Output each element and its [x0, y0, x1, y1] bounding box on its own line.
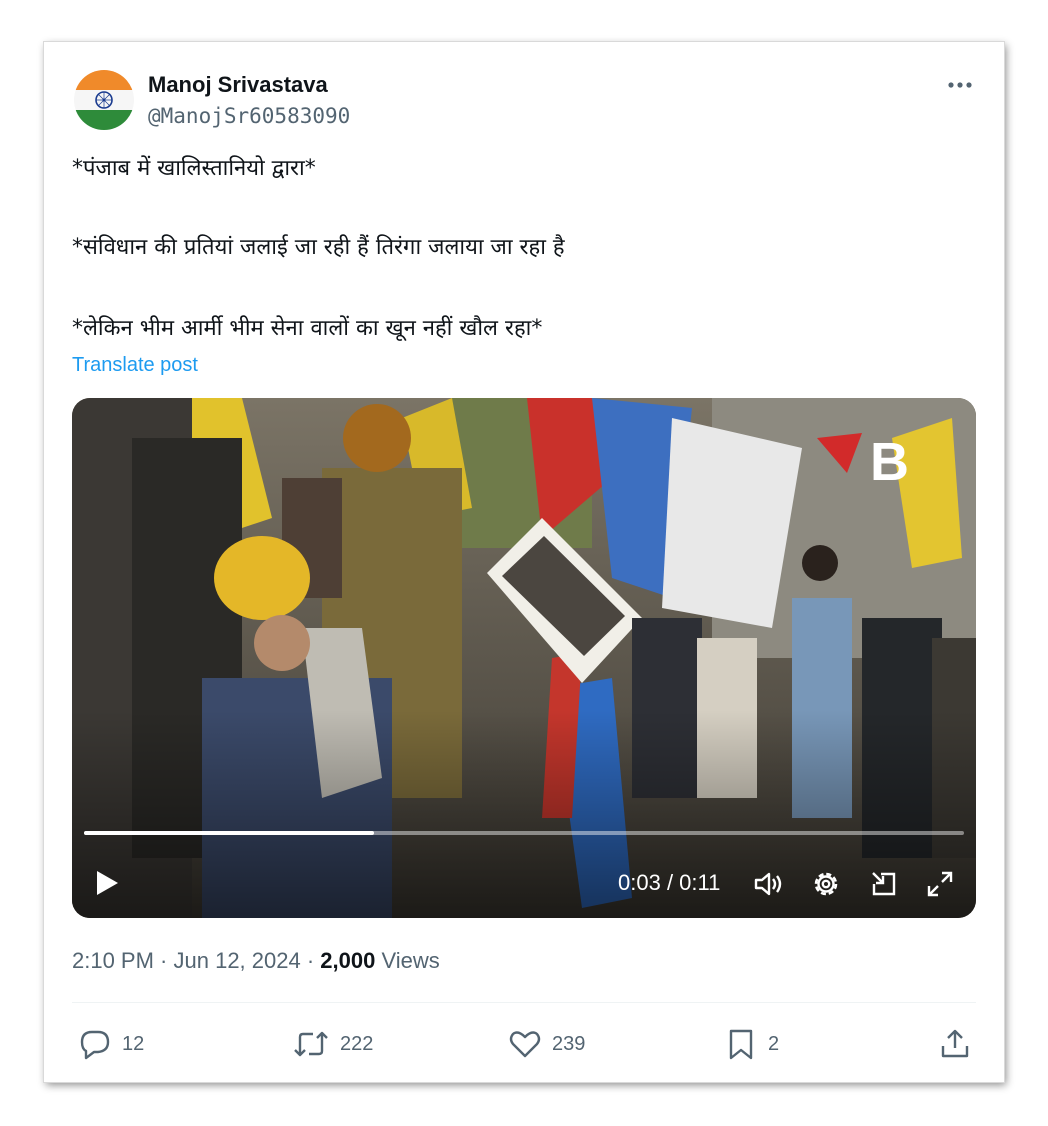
play-icon: [97, 871, 118, 895]
bookmark-icon: [729, 1029, 753, 1060]
reply-button[interactable]: 12: [78, 1026, 144, 1062]
volume-icon: [754, 872, 782, 896]
like-count: 239: [552, 1032, 586, 1055]
divider: [72, 1002, 976, 1003]
play-button[interactable]: [92, 868, 122, 903]
video-frame: B: [72, 398, 976, 918]
more-options-button[interactable]: [940, 70, 980, 100]
post-text-line: *लेकिन भीम आर्मी भीम सेना वालों का खून न…: [72, 316, 543, 341]
post-time[interactable]: 2:10 PM: [72, 948, 154, 973]
author-handle[interactable]: @ManojSr60583090: [148, 104, 350, 128]
gear-icon: [814, 872, 838, 896]
mute-button[interactable]: [752, 868, 784, 905]
video-current-time: 0:03: [618, 870, 661, 895]
dock-icon: [872, 872, 896, 896]
repost-button[interactable]: 222: [292, 1026, 373, 1062]
author-name[interactable]: Manoj Srivastava: [148, 72, 328, 98]
views-label: Views: [375, 948, 440, 973]
post-text-line: *संविधान की प्रतियां जलाई जा रही हैं तिर…: [72, 235, 565, 260]
reply-icon: [80, 1030, 110, 1060]
post-text: *पंजाब में खालिस्तानियो द्वारा* *संविधान…: [72, 156, 952, 342]
video-duration: 0:11: [679, 870, 721, 895]
meta-separator: ·: [153, 948, 174, 973]
dock-button[interactable]: [868, 868, 900, 905]
post-meta: 2:10 PM · Jun 12, 2024 · 2,000 Views: [72, 948, 440, 974]
meta-separator: ·: [300, 948, 321, 973]
reply-count: 12: [122, 1032, 145, 1055]
video-progress-fill: [84, 831, 375, 835]
repost-count: 222: [340, 1032, 374, 1055]
bookmark-button[interactable]: 2: [724, 1026, 779, 1062]
repost-icon: [294, 1031, 328, 1057]
share-button[interactable]: [938, 1026, 982, 1062]
share-icon: [941, 1029, 969, 1058]
video-progress-bar[interactable]: [84, 831, 964, 835]
video-time: 0:03 / 0:11: [618, 870, 720, 896]
bookmark-count: 2: [768, 1032, 780, 1055]
india-flag-avatar: [74, 70, 134, 130]
post-text-line: *पंजाब में खालिस्तानियो द्वारा*: [72, 156, 316, 181]
video-player[interactable]: B: [72, 398, 976, 918]
heart-icon: [509, 1031, 541, 1058]
views-count: 2,000: [320, 948, 376, 973]
like-button[interactable]: 239: [508, 1026, 585, 1062]
fullscreen-button[interactable]: [924, 868, 956, 905]
post-date[interactable]: Jun 12, 2024: [174, 948, 301, 973]
settings-button[interactable]: [810, 868, 842, 905]
post-card: Manoj Srivastava @ManojSr60583090 *पंजाब…: [44, 42, 1004, 1082]
video-time-separator: /: [660, 870, 680, 895]
avatar[interactable]: [74, 70, 134, 130]
fullscreen-icon: [927, 871, 953, 897]
translate-post-link[interactable]: Translate post: [72, 354, 198, 377]
more-dots-icon: [948, 82, 972, 88]
